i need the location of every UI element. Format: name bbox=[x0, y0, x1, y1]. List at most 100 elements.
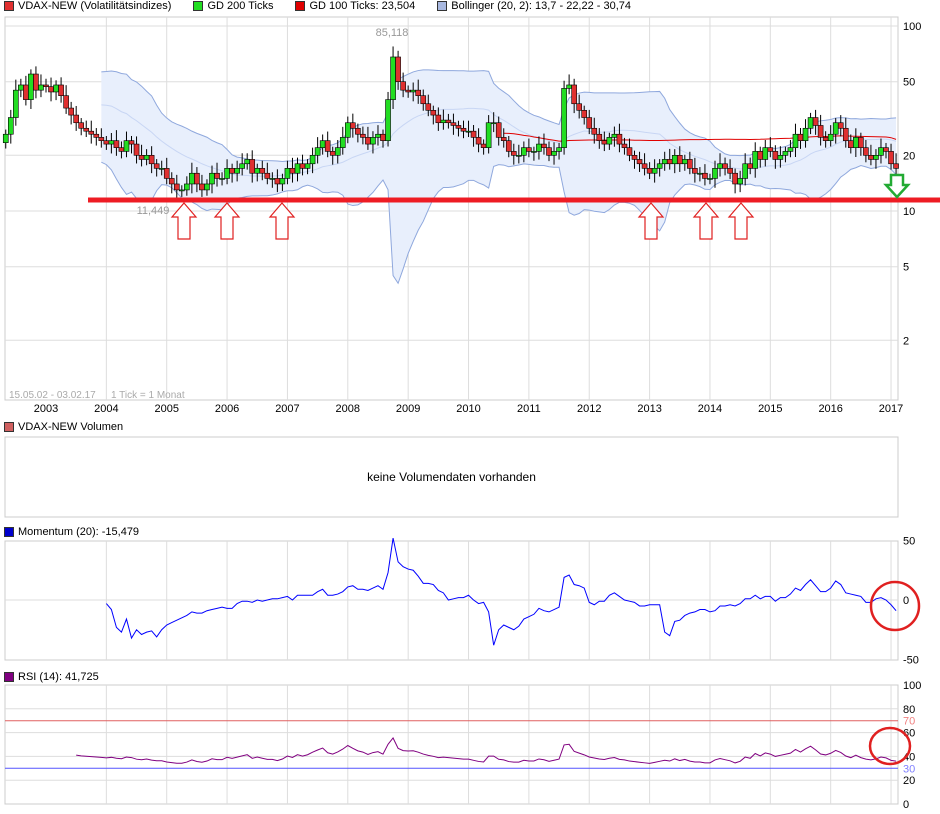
candle-body bbox=[802, 127, 809, 141]
y-tick-label: 100 bbox=[903, 21, 921, 33]
y-tick-label: -50 bbox=[903, 655, 919, 667]
candle-body bbox=[792, 133, 799, 148]
candle-body bbox=[133, 143, 140, 156]
chart-svg: 100502010522003 2004 2005 2006 2007 2008 2009 2… bbox=[2, 16, 940, 811]
candle-body bbox=[646, 168, 653, 174]
candle-body bbox=[878, 147, 884, 156]
candle-body bbox=[596, 133, 603, 141]
candle-body bbox=[480, 143, 487, 148]
candle-body bbox=[385, 99, 391, 141]
candle-body bbox=[827, 133, 834, 141]
candle-body bbox=[465, 130, 472, 133]
candle-body bbox=[375, 133, 381, 138]
candle-body bbox=[450, 122, 457, 126]
candle-body bbox=[284, 168, 291, 179]
candle-body bbox=[495, 122, 502, 138]
tick-info-label: 1 Tick = 1 Monat bbox=[111, 390, 185, 401]
candle-body bbox=[586, 117, 593, 129]
candle-body bbox=[229, 168, 235, 174]
candle-body bbox=[853, 137, 859, 148]
candle-body bbox=[334, 147, 341, 156]
candle-body bbox=[204, 183, 210, 191]
candle-body bbox=[38, 84, 44, 91]
candle-body bbox=[611, 133, 618, 138]
y-tick-label: 50 bbox=[903, 77, 915, 89]
candle-body bbox=[350, 122, 356, 129]
y-tick-label: 0 bbox=[903, 799, 909, 811]
candle-body bbox=[858, 137, 864, 148]
candle-body bbox=[58, 84, 64, 96]
candle-body bbox=[380, 133, 386, 141]
candle-body bbox=[299, 163, 306, 169]
candle-body bbox=[676, 155, 683, 165]
candle-body bbox=[475, 137, 482, 145]
candle-body bbox=[883, 147, 889, 152]
candle-body bbox=[219, 178, 225, 180]
candle-body bbox=[616, 133, 623, 145]
candle-body bbox=[516, 155, 522, 157]
candle-body bbox=[264, 172, 271, 179]
candle-body bbox=[697, 172, 703, 175]
candle-body bbox=[541, 143, 547, 148]
candle-body bbox=[490, 122, 497, 125]
candle-body bbox=[682, 159, 688, 165]
x-tick-label: 2017 bbox=[879, 403, 903, 415]
candle-body bbox=[239, 163, 245, 169]
candle-body bbox=[505, 140, 512, 152]
candle-body bbox=[782, 151, 789, 156]
candle-body bbox=[526, 147, 532, 152]
candle-body bbox=[78, 122, 85, 129]
candle-body bbox=[757, 151, 764, 160]
candle-body bbox=[400, 81, 406, 91]
candle-body bbox=[742, 163, 748, 179]
x-tick-label: 2013 bbox=[637, 403, 661, 415]
y-tick-label: 5 bbox=[903, 262, 909, 274]
candle-body bbox=[168, 178, 175, 185]
candle-body bbox=[93, 133, 100, 138]
candle-body bbox=[762, 147, 769, 160]
candle-body bbox=[194, 172, 200, 185]
candle-body bbox=[847, 140, 854, 148]
candle-body bbox=[63, 95, 69, 109]
candle-body bbox=[606, 137, 613, 145]
candle-body bbox=[430, 110, 437, 116]
candle-body bbox=[837, 122, 844, 129]
x-tick-label: 2014 bbox=[698, 403, 722, 415]
candle-body bbox=[817, 125, 824, 138]
candle-body bbox=[752, 151, 759, 169]
candle-body bbox=[365, 137, 371, 145]
candle-body bbox=[671, 155, 678, 165]
candle-body bbox=[893, 163, 899, 169]
candle-body bbox=[842, 127, 849, 141]
candle-body bbox=[641, 163, 648, 169]
candle-body bbox=[536, 143, 542, 152]
candle-body bbox=[259, 168, 266, 174]
x-tick-label: 2010 bbox=[456, 403, 480, 415]
candle-body bbox=[360, 133, 366, 138]
candle-body bbox=[777, 155, 784, 160]
x-tick-label: 2011 bbox=[517, 403, 541, 415]
candle-body bbox=[717, 163, 723, 169]
candle-body bbox=[289, 168, 296, 174]
candle-body bbox=[355, 127, 361, 135]
candle-body bbox=[767, 147, 774, 152]
candle-body bbox=[631, 155, 638, 160]
candle-body bbox=[656, 163, 663, 169]
candle-body bbox=[103, 140, 110, 145]
x-tick-label: 2003 bbox=[34, 403, 58, 415]
candle-body bbox=[470, 130, 477, 138]
candle-body bbox=[68, 107, 74, 116]
candle-body bbox=[772, 151, 779, 160]
candle-body bbox=[123, 140, 130, 152]
candle-body bbox=[33, 73, 39, 91]
candle-body bbox=[521, 147, 527, 156]
candle-body bbox=[319, 140, 326, 148]
candle-body bbox=[420, 95, 427, 105]
candle-body bbox=[279, 178, 286, 185]
date-range-label: 15.05.02 - 03.02.17 bbox=[9, 390, 96, 401]
candle-body bbox=[812, 117, 819, 126]
candle-body bbox=[13, 89, 19, 118]
candle-body bbox=[485, 122, 492, 148]
candle-body bbox=[455, 125, 462, 129]
y-tick-label: 20 bbox=[903, 775, 915, 787]
